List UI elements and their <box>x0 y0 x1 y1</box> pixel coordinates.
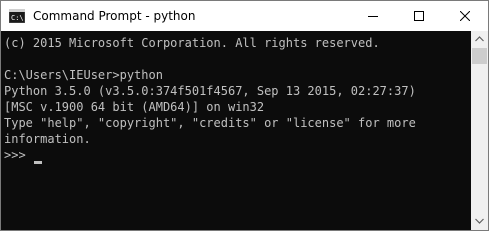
console-line: information. <box>4 132 91 146</box>
scroll-down-button[interactable] <box>471 213 488 230</box>
console-output[interactable]: (c) 2015 Microsoft Corporation. All righ… <box>1 31 471 230</box>
console-prompt: >>> <box>4 148 33 162</box>
console-line: [MSC v.1900 64 bit (AMD64)] on win32 <box>4 100 265 114</box>
close-icon <box>460 11 470 21</box>
console-line: (c) 2015 Microsoft Corporation. All righ… <box>4 36 380 50</box>
console-line: Python 3.5.0 (v3.5.0:374f501f4567, Sep 1… <box>4 84 416 98</box>
scroll-up-button[interactable] <box>471 31 488 48</box>
command-prompt-window: C:\ Command Prompt - python (c) 2015 Mic… <box>0 0 489 231</box>
title-bar[interactable]: C:\ Command Prompt - python <box>1 1 488 31</box>
vertical-scrollbar[interactable] <box>471 31 488 230</box>
scroll-up-arrow-icon <box>475 36 484 42</box>
maximize-icon <box>414 11 424 21</box>
close-button[interactable] <box>442 1 488 31</box>
console-line: Type "help", "copyright", "credits" or "… <box>4 116 416 130</box>
scroll-down-arrow-icon <box>475 218 484 224</box>
svg-text:C:\: C:\ <box>11 14 24 22</box>
scroll-thumb[interactable] <box>472 48 487 64</box>
minimize-button[interactable] <box>350 1 396 31</box>
window-title: Command Prompt - python <box>33 9 196 23</box>
maximize-button[interactable] <box>396 1 442 31</box>
console-line: C:\Users\IEUser>python <box>4 68 163 82</box>
text-cursor <box>34 161 42 164</box>
minimize-icon <box>368 16 378 17</box>
cmd-icon: C:\ <box>8 8 26 24</box>
